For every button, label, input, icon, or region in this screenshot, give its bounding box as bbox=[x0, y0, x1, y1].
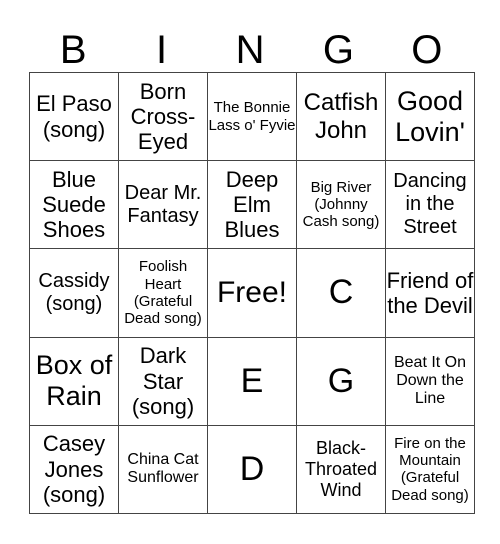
header-letter-o: O bbox=[411, 28, 443, 72]
bingo-cell[interactable]: Deep Elm Blues bbox=[207, 160, 297, 250]
bingo-cell[interactable]: G bbox=[296, 336, 386, 426]
bingo-cell[interactable]: Beat It On Down the Line bbox=[385, 336, 475, 426]
bingo-cell[interactable]: Box of Rain bbox=[29, 336, 119, 426]
bingo-cell[interactable]: Black-Throated Wind bbox=[296, 424, 386, 515]
grid-row: El Paso (song) Born Cross-Eyed The Bonni… bbox=[29, 71, 475, 162]
bingo-cell[interactable]: Foolish Heart (Grateful Dead song) bbox=[118, 248, 208, 338]
bingo-cell[interactable]: El Paso (song) bbox=[29, 71, 119, 162]
grid-row: Cassidy (song) Foolish Heart (Grateful D… bbox=[29, 248, 475, 338]
bingo-cell[interactable]: Dancing in the Street bbox=[385, 160, 475, 250]
bingo-cell[interactable]: Dark Star (song) bbox=[118, 336, 208, 426]
bingo-cell[interactable]: E bbox=[207, 336, 297, 426]
bingo-cell[interactable]: Casey Jones (song) bbox=[29, 424, 119, 515]
bingo-cell[interactable]: Good Lovin' bbox=[385, 71, 475, 162]
bingo-cell[interactable]: Big River (Johnny Cash song) bbox=[296, 160, 386, 250]
bingo-cell[interactable]: Cassidy (song) bbox=[29, 248, 119, 338]
header-letter-n: N bbox=[235, 28, 265, 72]
bingo-cell[interactable]: Friend of the Devil bbox=[385, 248, 475, 338]
bingo-cell[interactable]: China Cat Sunflower bbox=[118, 424, 208, 515]
grid-row: Box of Rain Dark Star (song) E G Beat It… bbox=[29, 336, 475, 426]
bingo-cell[interactable]: Blue Suede Shoes bbox=[29, 160, 119, 250]
free-space-cell[interactable]: Free! bbox=[207, 248, 297, 338]
bingo-cell[interactable]: Fire on the Mountain (Grateful Dead song… bbox=[385, 424, 475, 515]
bingo-cell[interactable]: Born Cross-Eyed bbox=[118, 71, 208, 162]
grid-row: Casey Jones (song) China Cat Sunflower D… bbox=[29, 424, 475, 515]
bingo-cell[interactable]: The Bonnie Lass o' Fyvie bbox=[207, 71, 297, 162]
bingo-cell[interactable]: Dear Mr. Fantasy bbox=[118, 160, 208, 250]
bingo-cell[interactable]: Catfish John bbox=[296, 71, 386, 162]
bingo-grid: El Paso (song) Born Cross-Eyed The Bonni… bbox=[29, 71, 475, 515]
grid-row: Blue Suede Shoes Dear Mr. Fantasy Deep E… bbox=[29, 160, 475, 250]
bingo-header: B I N G O bbox=[29, 28, 471, 72]
bingo-cell[interactable]: C bbox=[296, 248, 386, 338]
header-letter-i: I bbox=[156, 28, 168, 72]
bingo-cell[interactable]: D bbox=[207, 424, 297, 515]
header-letter-b: B bbox=[59, 28, 87, 72]
header-letter-g: G bbox=[322, 28, 354, 72]
